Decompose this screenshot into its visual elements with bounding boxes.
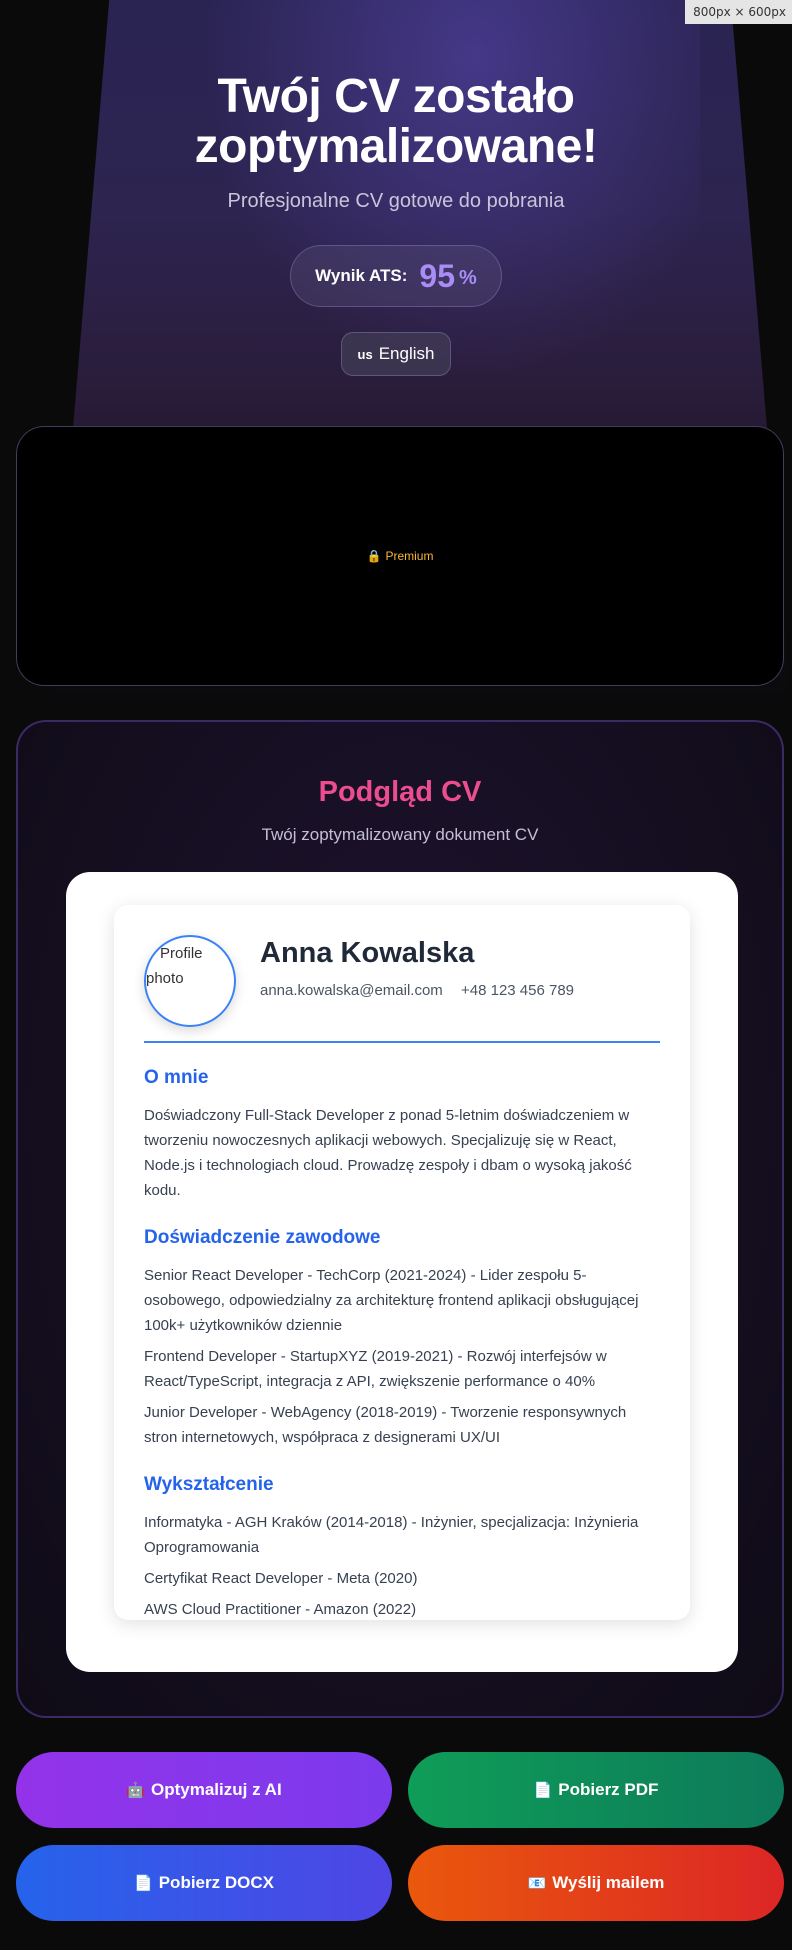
cv-header: Profile photo Anna Kowalska anna.kowalsk… <box>144 935 660 1027</box>
education-section-title: Wykształcenie <box>144 1474 274 1495</box>
page-title-line1: Twój CV zostało <box>217 70 575 123</box>
premium-label: Premium <box>385 549 434 563</box>
language-switch-button[interactable]: us English <box>340 332 452 376</box>
language-label: English <box>378 344 435 363</box>
education-item: Certyfikat React Developer - Meta (2020) <box>144 1570 418 1587</box>
ats-score-value: 95 <box>419 257 456 294</box>
experience-item: Senior React Developer - TechCorp (2021-… <box>144 1267 639 1334</box>
robot-icon: 🤖 <box>126 1782 145 1799</box>
download-pdf-button[interactable]: 📄 Pobierz PDF <box>408 1752 784 1828</box>
document-icon: 📄 <box>134 1875 153 1892</box>
cv-phone: +48 123 456 789 <box>460 982 575 999</box>
premium-ad-box[interactable]: 🔒 Premium <box>16 426 784 686</box>
experience-item: Junior Developer - WebAgency (2018-2019)… <box>144 1404 627 1446</box>
email-icon: 📧 <box>527 1875 547 1892</box>
viewport-size-badge: 800px × 600px <box>685 0 792 24</box>
about-section-title: O mnie <box>144 1067 209 1088</box>
ats-score-unit: % <box>459 266 477 289</box>
education-item: Informatyka - AGH Kraków (2014-2018) - I… <box>144 1514 639 1556</box>
ats-score-badge: Wynik ATS: 95 % <box>290 245 502 307</box>
page-subtitle: Profesjonalne CV gotowe do pobrania <box>227 190 565 212</box>
us-flag-icon: us <box>357 346 373 362</box>
send-email-button[interactable]: 📧 Wyślij mailem <box>408 1845 784 1921</box>
profile-photo: Profile photo <box>144 935 236 1027</box>
ats-label: Wynik ATS: <box>315 266 408 285</box>
download-docx-label: Pobierz DOCX <box>158 1873 274 1892</box>
hero-section: Twój CV zostało zoptymalizowane! Profesj… <box>0 0 792 376</box>
lock-icon: 🔒 <box>366 549 382 563</box>
action-buttons: 🤖 Optymalizuj z AI 📄 Pobierz PDF 📄 Pobie… <box>16 1752 784 1921</box>
cv-contact: anna.kowalska@email.com +48 123 456 789 <box>260 982 574 999</box>
optimize-ai-button[interactable]: 🤖 Optymalizuj z AI <box>16 1752 392 1828</box>
cv-preview-section: Podgląd CV Twój zoptymalizowany dokument… <box>16 720 784 1718</box>
about-text: Doświadczony Full-Stack Developer z pona… <box>144 1107 632 1199</box>
cv-name: Anna Kowalska <box>260 937 475 969</box>
cv-email: anna.kowalska@email.com <box>260 982 443 999</box>
profile-photo-alt-line2: photo <box>146 970 184 987</box>
experience-item: Frontend Developer - StartupXYZ (2019-20… <box>144 1348 607 1390</box>
send-email-label: Wyślij mailem <box>552 1873 665 1892</box>
education-item: AWS Cloud Practitioner - Amazon (2022) <box>144 1601 417 1618</box>
optimize-ai-label: Optymalizuj z AI <box>151 1780 282 1799</box>
cv-document[interactable]: Profile photo Anna Kowalska anna.kowalsk… <box>114 905 690 1620</box>
preview-subtitle: Twój zoptymalizowany dokument CV <box>261 825 539 844</box>
experience-section-title: Doświadczenie zawodowe <box>144 1227 381 1248</box>
cv-document-frame: Profile photo Anna Kowalska anna.kowalsk… <box>66 872 738 1672</box>
download-docx-button[interactable]: 📄 Pobierz DOCX <box>16 1845 392 1921</box>
page-title: Twój CV zostało zoptymalizowane! <box>0 72 792 172</box>
page-title-line2: zoptymalizowane! <box>194 120 598 173</box>
cv-divider <box>144 1041 660 1043</box>
preview-title: Podgląd CV <box>318 776 482 808</box>
download-pdf-label: Pobierz PDF <box>558 1780 659 1799</box>
document-icon: 📄 <box>533 1782 553 1799</box>
premium-badge: 🔒 Premium <box>367 549 434 563</box>
profile-photo-alt-line1: Profile <box>160 945 203 962</box>
